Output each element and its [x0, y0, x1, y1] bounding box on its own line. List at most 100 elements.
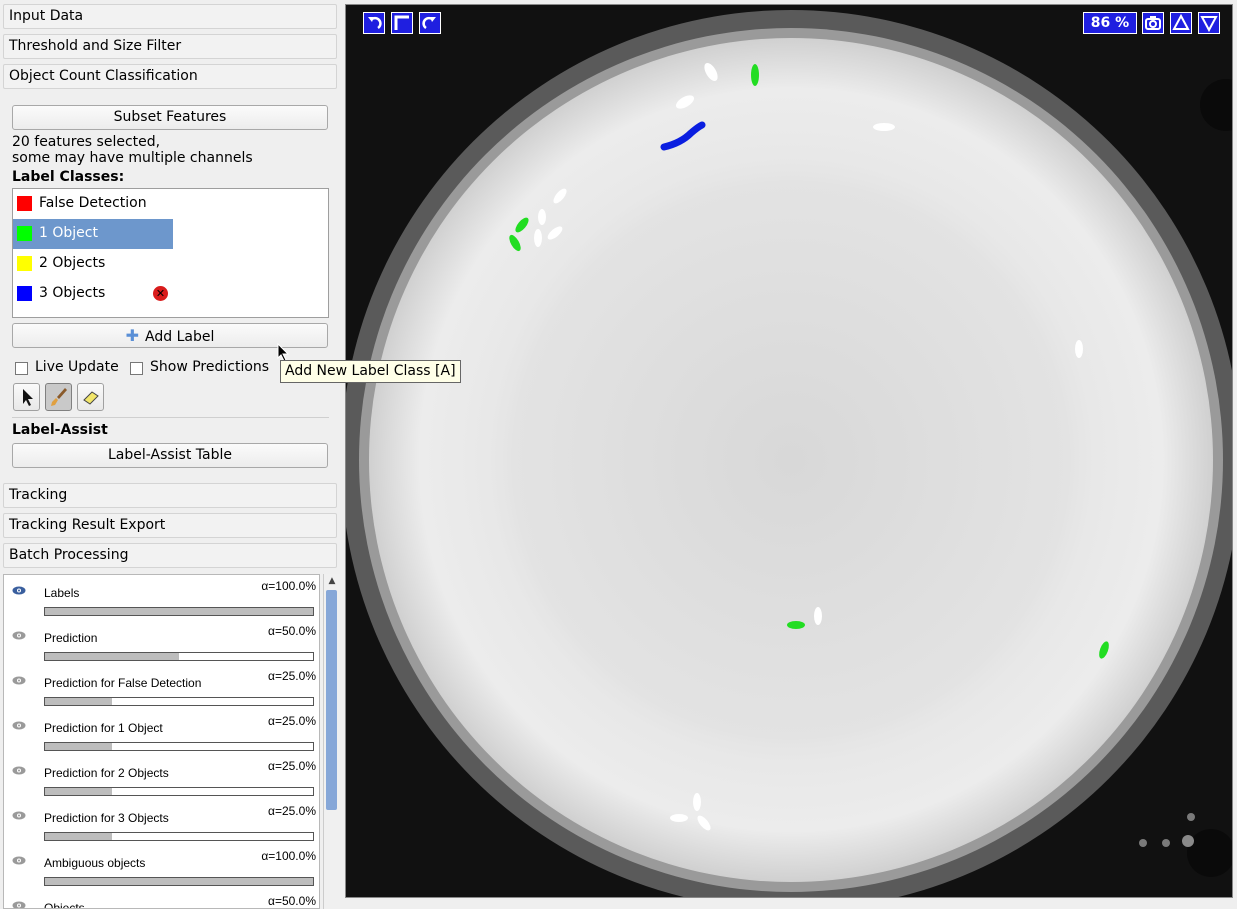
- scrollbar-thumb[interactable]: [326, 590, 337, 810]
- camera-icon: [1145, 16, 1161, 30]
- zoom-level[interactable]: 86 %: [1083, 12, 1137, 34]
- undo-icon: [368, 16, 382, 30]
- label-class-false-detection[interactable]: False Detection: [13, 189, 173, 219]
- opacity-fill: [45, 788, 112, 795]
- eye-icon[interactable]: [12, 811, 26, 820]
- corner-icon: [394, 15, 409, 30]
- opacity-slider[interactable]: [44, 787, 314, 796]
- triangle-up-icon: [1172, 13, 1190, 30]
- opacity-slider[interactable]: [44, 742, 314, 751]
- layer-name: Labels: [44, 586, 80, 600]
- layer-row[interactable]: Ambiguous objects α=100.0%: [4, 845, 319, 890]
- class-name: 1 Object: [39, 225, 98, 241]
- layer-name: Ambiguous objects: [44, 856, 146, 870]
- slice-up-button[interactable]: [1170, 12, 1192, 34]
- eye-icon[interactable]: [12, 586, 26, 595]
- petri-dish-image[interactable]: [346, 5, 1233, 898]
- slice-down-button[interactable]: [1198, 12, 1220, 34]
- layer-name: Prediction for False Detection: [44, 676, 202, 690]
- opacity-fill: [45, 608, 313, 615]
- features-channels-text: some may have multiple channels: [12, 150, 253, 166]
- layer-opacity: α=50.0%: [268, 624, 316, 638]
- brush-tool-button[interactable]: [45, 383, 72, 411]
- layer-list-scrollbar[interactable]: ▲: [323, 574, 340, 909]
- opacity-fill: [45, 698, 112, 705]
- eraser-icon: [83, 391, 99, 405]
- class-color-swatch[interactable]: [17, 286, 32, 301]
- features-selected-text: 20 features selected,: [12, 134, 161, 150]
- layer-row[interactable]: Prediction for False Detection α=25.0%: [4, 665, 319, 710]
- layer-name: Prediction: [44, 631, 98, 645]
- eye-icon[interactable]: [12, 766, 26, 775]
- navigation-tool-button[interactable]: [13, 383, 40, 411]
- undo-button[interactable]: [363, 12, 385, 34]
- eye-icon[interactable]: [12, 721, 26, 730]
- layer-name: Prediction for 2 Objects: [44, 766, 169, 780]
- scroll-up-icon[interactable]: ▲: [324, 574, 340, 588]
- layer-list: Labels α=100.0% Prediction α=50.0% Predictio…: [3, 574, 320, 909]
- arrow-pointer-icon: [23, 389, 33, 406]
- label-class-2-objects[interactable]: 2 Objects: [13, 249, 173, 279]
- class-name: 3 Objects: [39, 285, 106, 301]
- label-assist-table-button[interactable]: Label-Assist Table: [12, 443, 328, 468]
- show-predictions-checkbox[interactable]: [130, 362, 143, 375]
- layer-opacity: α=100.0%: [261, 849, 316, 863]
- delete-class-icon[interactable]: ✕: [153, 286, 168, 301]
- label-classes-title: Label Classes:: [12, 169, 125, 185]
- layer-opacity: α=25.0%: [268, 804, 316, 818]
- opacity-fill: [45, 653, 179, 660]
- eraser-tool-button[interactable]: [77, 383, 104, 411]
- label-class-3-objects[interactable]: 3 Objects ✕: [13, 279, 173, 309]
- redo-button[interactable]: [419, 12, 441, 34]
- class-name: 2 Objects: [39, 255, 106, 271]
- label-assist-title: Label-Assist: [12, 422, 108, 438]
- opacity-slider[interactable]: [44, 877, 314, 886]
- layer-name: Prediction for 1 Object: [44, 721, 163, 735]
- layer-name: Objects: [44, 901, 85, 909]
- separator: [12, 417, 329, 418]
- add-label-text: Add Label: [145, 329, 215, 345]
- layer-row[interactable]: Labels α=100.0%: [4, 575, 319, 620]
- layer-opacity: α=25.0%: [268, 669, 316, 683]
- eye-icon[interactable]: [12, 631, 26, 640]
- applet-threshold[interactable]: Threshold and Size Filter: [3, 34, 337, 59]
- eye-icon[interactable]: [12, 901, 26, 909]
- applet-batch-processing[interactable]: Batch Processing: [3, 543, 337, 568]
- label-class-list: False Detection 1 Object 2 Objects 3 Obj…: [12, 188, 329, 318]
- plus-icon: ✚: [125, 326, 140, 345]
- live-update-label: Live Update: [35, 359, 119, 375]
- image-viewer[interactable]: 86 %: [345, 4, 1233, 898]
- eye-icon[interactable]: [12, 856, 26, 865]
- class-name: False Detection: [39, 195, 147, 211]
- opacity-fill: [45, 743, 112, 750]
- class-color-swatch[interactable]: [17, 256, 32, 271]
- reset-view-button[interactable]: [391, 12, 413, 34]
- left-panel: Input Data Threshold and Size Filter Obj…: [0, 0, 341, 909]
- class-color-swatch[interactable]: [17, 196, 32, 211]
- layer-row[interactable]: Objects α=50.0%: [4, 890, 319, 909]
- applet-object-count[interactable]: Object Count Classification: [3, 64, 337, 89]
- layer-opacity: α=50.0%: [268, 894, 316, 908]
- class-color-swatch[interactable]: [17, 226, 32, 241]
- opacity-slider[interactable]: [44, 832, 314, 841]
- layer-opacity: α=25.0%: [268, 714, 316, 728]
- opacity-slider[interactable]: [44, 697, 314, 706]
- snapshot-button[interactable]: [1142, 12, 1164, 34]
- live-update-checkbox[interactable]: [15, 362, 28, 375]
- layer-row[interactable]: Prediction for 1 Object α=25.0%: [4, 710, 319, 755]
- layer-row[interactable]: Prediction for 3 Objects α=25.0%: [4, 800, 319, 845]
- opacity-slider[interactable]: [44, 607, 314, 616]
- subset-features-button[interactable]: Subset Features: [12, 105, 328, 130]
- layer-name: Prediction for 3 Objects: [44, 811, 169, 825]
- opacity-slider[interactable]: [44, 652, 314, 661]
- paintbrush-icon: [51, 388, 67, 406]
- applet-tracking-export[interactable]: Tracking Result Export: [3, 513, 337, 538]
- eye-icon[interactable]: [12, 676, 26, 685]
- layer-row[interactable]: Prediction α=50.0%: [4, 620, 319, 665]
- applet-input-data[interactable]: Input Data: [3, 4, 337, 29]
- show-predictions-label: Show Predictions: [150, 359, 270, 375]
- opacity-fill: [45, 833, 112, 840]
- applet-tracking[interactable]: Tracking: [3, 483, 337, 508]
- layer-row[interactable]: Prediction for 2 Objects α=25.0%: [4, 755, 319, 800]
- label-class-1-object[interactable]: 1 Object: [13, 219, 173, 249]
